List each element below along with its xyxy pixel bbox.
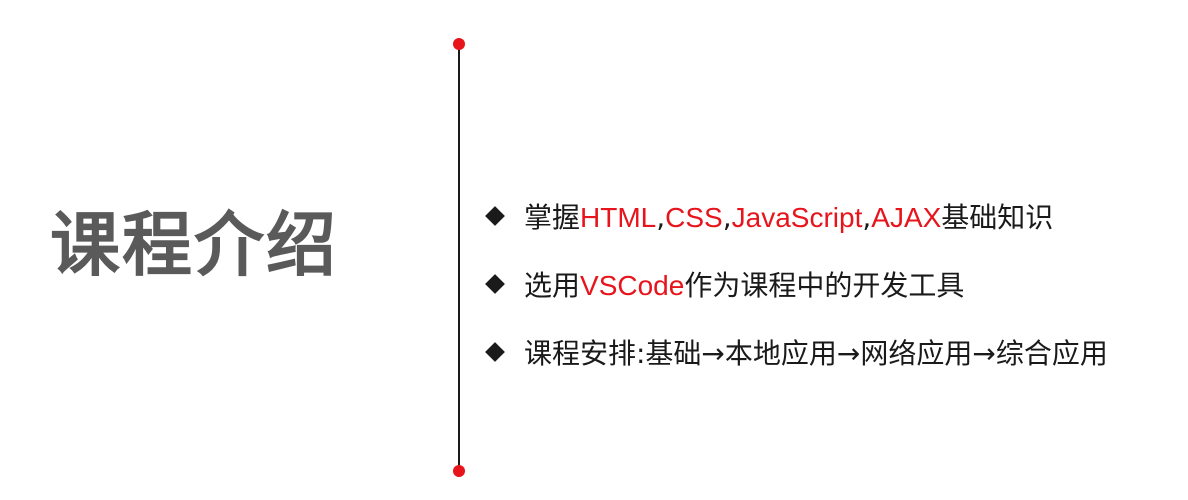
divider-dot-top (453, 38, 465, 50)
page-title: 课程介绍 (50, 204, 338, 286)
bullet-segment: , (862, 201, 872, 234)
bullet-item: 选用VSCode作为课程中的开发工具 (482, 262, 1182, 306)
bullet-segment-highlight: CSS (665, 202, 723, 233)
bullet-segment: 掌握 (524, 201, 581, 234)
bullet-segment-highlight: JavaScript (731, 202, 863, 233)
bullet-text: 课程安排:基础→本地应用→网络应用→综合应用 (524, 332, 1108, 372)
bullet-segment: 基础知识 (941, 201, 1054, 234)
bullet-segment: , (656, 201, 666, 234)
diamond-bullet-icon (485, 206, 505, 226)
diamond-bullet-icon (485, 342, 505, 362)
bullet-segment: 作为课程中的开发工具 (684, 269, 965, 302)
bullet-item: 课程安排:基础→本地应用→网络应用→综合应用 (482, 330, 1182, 374)
divider-dot-bottom (453, 465, 465, 477)
bullet-text: 选用VSCode作为课程中的开发工具 (524, 264, 964, 304)
bullet-segment-highlight: AJAX (871, 202, 942, 233)
bullet-list: 掌握HTML,CSS,JavaScript,AJAX基础知识 选用VSCode作… (482, 194, 1182, 398)
bullet-segment: 课程安排:基础→本地应用→网络应用→综合应用 (524, 337, 1108, 370)
bullet-segment-highlight: HTML (580, 202, 657, 233)
diamond-bullet-icon (485, 274, 505, 294)
bullet-segment-highlight: VSCode (580, 270, 685, 301)
vertical-divider (458, 44, 460, 471)
slide: 课程介绍 掌握HTML,CSS,JavaScript,AJAX基础知识 选用VS… (0, 0, 1188, 500)
bullet-item: 掌握HTML,CSS,JavaScript,AJAX基础知识 (482, 194, 1182, 238)
bullet-segment: , (722, 201, 732, 234)
bullet-segment: 选用 (524, 269, 581, 302)
bullet-text: 掌握HTML,CSS,JavaScript,AJAX基础知识 (524, 196, 1053, 236)
